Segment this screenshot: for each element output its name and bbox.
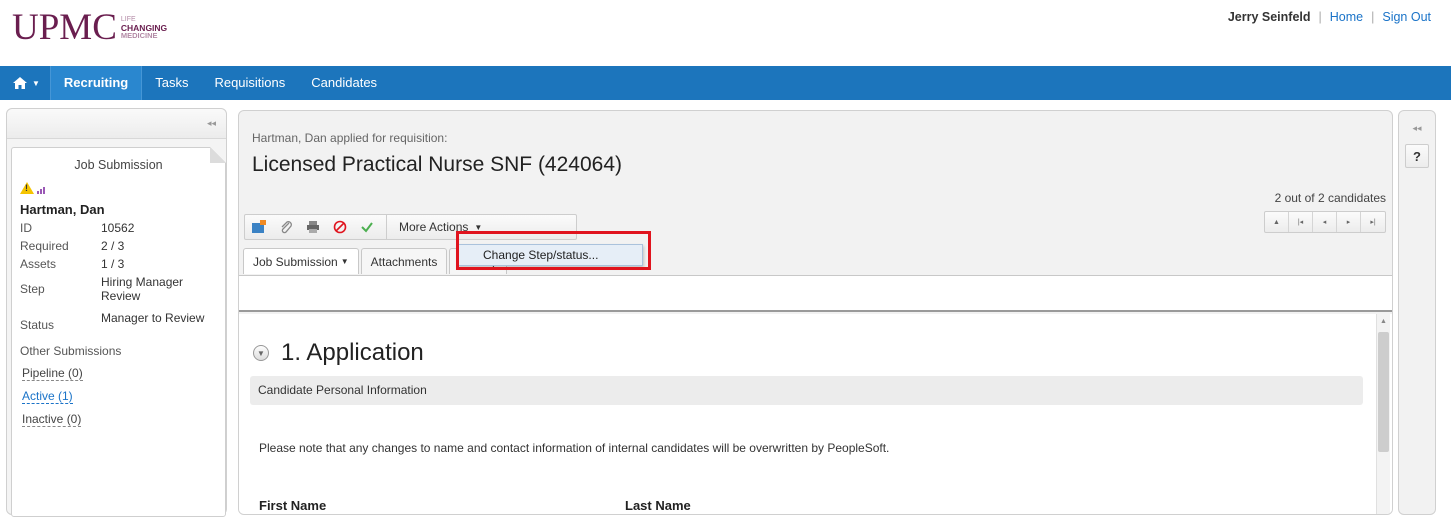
show-list-button[interactable]: ▲ [1265, 212, 1289, 232]
logo-tag-line3: MEDICINE [120, 31, 158, 40]
field-label: Status [20, 318, 55, 332]
left-panel-header: ◂◂ [7, 109, 226, 139]
reject-button[interactable] [326, 215, 353, 239]
application-content: ▼ 1. Application Candidate Personal Info… [239, 314, 1392, 514]
checkmark-icon [360, 222, 373, 233]
candidate-pager: ▲ |◂ ◂ ▸ ▸| [1264, 211, 1386, 233]
home-link[interactable]: Home [1330, 10, 1363, 24]
last-name-label: Last Name [625, 498, 691, 513]
main-nav: ▼ Recruiting Tasks Requisitions Candidat… [0, 66, 1451, 100]
print-button[interactable] [299, 215, 326, 239]
add-to-folder-button[interactable] [245, 215, 272, 239]
upmc-logo[interactable]: UPMC LIFE CHANGING MEDICINE [12, 6, 167, 50]
other-submissions-label: Other Submissions [20, 344, 122, 358]
field-label: Required [20, 239, 69, 253]
candidate-name: Hartman, Dan [20, 202, 105, 217]
print-icon [306, 221, 319, 233]
card-icons [20, 180, 225, 194]
card-fold [210, 147, 226, 163]
scroll-thumb[interactable] [1378, 332, 1389, 452]
next-candidate-button[interactable]: ▸ [1337, 212, 1361, 232]
separator: | [1318, 10, 1322, 24]
card-title: Job Submission [74, 158, 163, 172]
tab-label: Job Submission [253, 254, 338, 269]
tab-content-header [239, 276, 1392, 312]
field-value: 1 / 3 [101, 257, 125, 271]
collapse-left-icon[interactable]: ◂◂ [207, 118, 216, 129]
subsection-header: Candidate Personal Information [250, 376, 1363, 405]
collapse-section-icon[interactable]: ▼ [253, 345, 269, 361]
help-button[interactable]: ? [1405, 144, 1429, 168]
first-name-label: First Name [259, 498, 327, 513]
field-label: Step [20, 282, 45, 296]
tab-job-submission[interactable]: Job Submission ▼ [243, 248, 359, 274]
home-menu[interactable]: ▼ [0, 66, 50, 100]
user-bar: Jerry Seinfeld | Home | Sign Out [1228, 10, 1431, 24]
top-header: UPMC LIFE CHANGING MEDICINE Jerry Seinfe… [0, 0, 1451, 66]
field-value: 2 / 3 [101, 239, 125, 253]
section-header: ▼ 1. Application [253, 339, 424, 367]
chevron-down-icon: ▼ [32, 78, 40, 88]
submission-card: Job Submission Hartman, Dan ID 10562 Req… [11, 147, 226, 517]
prohibited-icon [333, 220, 346, 234]
candidate-count: 2 out of 2 candidates [1274, 191, 1386, 205]
tab-attachments[interactable]: Attachments [360, 248, 448, 274]
collapse-right-icon[interactable]: ◂◂ [1399, 123, 1435, 134]
nav-candidates[interactable]: Candidates [298, 66, 390, 100]
left-panel: ◂◂ Job Submission Hartman, Dan ID 10562 … [6, 108, 227, 517]
tab-label: Attachments [370, 254, 438, 269]
folder-add-icon [251, 220, 266, 233]
candidate-details: ID 10562 Required 2 / 3 Assets 1 / 3 Ste… [20, 221, 225, 332]
attach-button[interactable] [272, 215, 299, 239]
applied-text: Hartman, Dan applied for requisition: [252, 131, 448, 145]
sign-out-link[interactable]: Sign Out [1382, 10, 1431, 24]
field-value: 10562 [101, 221, 135, 235]
requisition-title: Licensed Practical Nurse SNF (424064) [252, 153, 623, 176]
field-label: Assets [20, 257, 57, 271]
previous-candidate-button[interactable]: ◂ [1313, 212, 1337, 232]
paperclip-icon [281, 221, 292, 234]
nav-requisitions[interactable]: Requisitions [201, 66, 298, 100]
warning-icon [20, 182, 34, 194]
first-candidate-button[interactable]: |◂ [1289, 212, 1313, 232]
field-value: Manager to Review [101, 311, 205, 325]
approve-button[interactable] [353, 215, 380, 239]
field-value: Hiring Manager Review [101, 275, 184, 303]
home-icon [13, 77, 27, 89]
nav-recruiting[interactable]: Recruiting [49, 66, 143, 100]
info-notice: Please note that any changes to name and… [259, 441, 890, 455]
user-name: Jerry Seinfeld [1227, 10, 1311, 24]
vertical-scrollbar[interactable]: ▲ [1376, 314, 1390, 514]
main-panel: Hartman, Dan applied for requisition: Li… [238, 110, 1393, 515]
logo-tagline: LIFE CHANGING MEDICINE [121, 16, 167, 40]
nav-tasks[interactable]: Tasks [142, 66, 201, 100]
scroll-up-icon[interactable]: ▲ [1377, 314, 1390, 328]
active-link[interactable]: Active (1) [22, 389, 73, 404]
highlight-annotation [456, 231, 651, 270]
separator: | [1371, 10, 1375, 24]
logo-wordmark: UPMC [12, 7, 117, 48]
chevron-down-icon: ▼ [340, 257, 349, 266]
rank-bars-icon [37, 187, 45, 194]
section-title: 1. Application [281, 339, 424, 366]
right-panel: ◂◂ ? [1398, 110, 1436, 515]
inactive-link[interactable]: Inactive (0) [22, 412, 82, 427]
pipeline-link[interactable]: Pipeline (0) [22, 366, 83, 381]
last-candidate-button[interactable]: ▸| [1361, 212, 1385, 232]
field-label: ID [20, 221, 32, 235]
